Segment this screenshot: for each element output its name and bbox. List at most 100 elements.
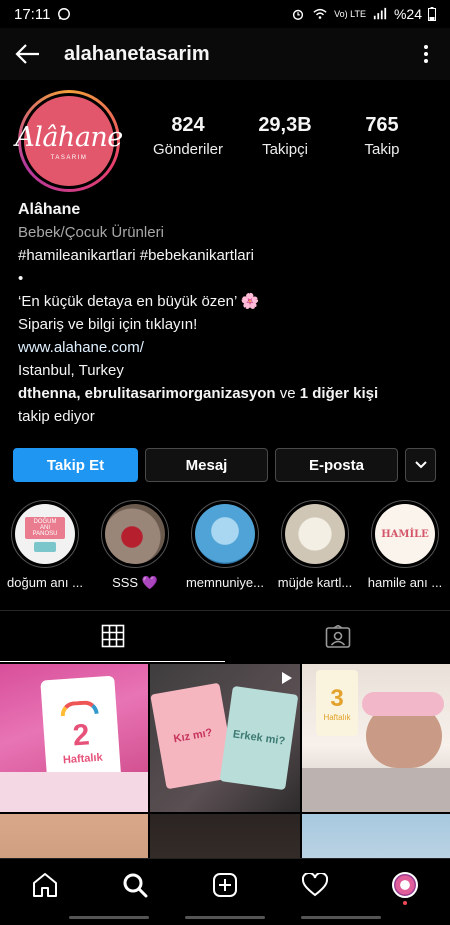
nav-profile[interactable] bbox=[385, 865, 425, 905]
bio-bullet: • bbox=[18, 270, 24, 287]
followed-by-and: ve bbox=[275, 385, 300, 402]
followed-by-names: dthenna, ebrulitasarimorganizasyon bbox=[18, 385, 276, 402]
highlight-item[interactable]: müjde kartl... bbox=[270, 500, 360, 600]
followed-by[interactable]: dthenna, ebrulitasarimorganizasyon ve 1 … bbox=[18, 382, 438, 405]
highlight-cover-text: DOĞUM ANI PANOSU bbox=[25, 516, 65, 539]
wifi-icon bbox=[313, 8, 327, 19]
alarm-icon bbox=[293, 9, 304, 20]
video-reel-icon bbox=[282, 672, 292, 684]
nav-search[interactable] bbox=[115, 865, 155, 905]
back-arrow-icon bbox=[15, 44, 39, 64]
highlight-item[interactable]: HAMİLE hamile anı ... bbox=[360, 500, 450, 600]
stat-label: Takipçi bbox=[262, 141, 308, 158]
status-time: 17:11 bbox=[14, 5, 51, 23]
bio-hashtags[interactable]: #hamileanikartlari #bebekanikartlari bbox=[18, 244, 438, 267]
highlight-cover: HAMİLE bbox=[375, 504, 435, 564]
email-button[interactable]: E-posta bbox=[275, 448, 398, 482]
follow-button[interactable]: Takip Et bbox=[13, 448, 138, 482]
avatar-logo-text: Alâhane bbox=[15, 121, 123, 153]
highlight-label: SSS 💜 bbox=[112, 575, 158, 590]
system-nav-home[interactable] bbox=[185, 916, 265, 919]
post-card-text: Haftalık bbox=[323, 712, 351, 722]
post-thumbnail[interactable] bbox=[0, 814, 148, 859]
nav-activity[interactable] bbox=[295, 865, 335, 905]
options-button[interactable] bbox=[416, 40, 436, 68]
highlight-label: müjde kartl... bbox=[277, 575, 353, 590]
nav-create[interactable] bbox=[205, 865, 245, 905]
profile-tabs bbox=[0, 610, 450, 662]
followed-by-suffix: takip ediyor bbox=[18, 408, 95, 425]
suggestions-dropdown-button[interactable] bbox=[405, 448, 436, 482]
post-thumbnail[interactable] bbox=[150, 814, 300, 859]
post-card-1: Kız mı? bbox=[172, 726, 214, 746]
posts-count[interactable]: 824 Gönderiler bbox=[140, 114, 236, 158]
followers-count[interactable]: 29,3B Takipçi bbox=[237, 114, 333, 158]
highlight-cover-text: HAMİLE bbox=[381, 528, 429, 540]
post-card-number: 2 bbox=[71, 718, 91, 753]
highlight-item[interactable]: memnuniye... bbox=[180, 500, 270, 600]
highlight-cover bbox=[105, 504, 165, 564]
highlight-cover bbox=[195, 504, 255, 564]
stat-label: Gönderiler bbox=[152, 141, 224, 158]
bottom-navigation bbox=[0, 858, 450, 910]
system-nav-recent[interactable] bbox=[69, 916, 149, 919]
battery-percent: %24 bbox=[393, 6, 422, 22]
stat-value: 824 bbox=[171, 114, 205, 136]
system-navigation-bar bbox=[0, 910, 450, 925]
nav-home[interactable] bbox=[25, 865, 65, 905]
back-button[interactable] bbox=[14, 40, 42, 68]
post-thumbnail[interactable] bbox=[302, 814, 450, 859]
bio-line-2: Sipariş ve bilgi için tıklayın! bbox=[18, 316, 198, 333]
post-thumbnail[interactable]: 2 Haftalık bbox=[0, 664, 148, 812]
following-count[interactable]: 765 Takip bbox=[334, 114, 430, 158]
notification-dot bbox=[403, 900, 407, 905]
tagged-user-icon bbox=[325, 624, 350, 648]
network-label: Vo) LTE bbox=[334, 8, 366, 19]
profile-stats: 824 Gönderiler 29,3B Takipçi 765 Takip bbox=[140, 114, 430, 158]
avatar-logo-sub: TASARIM bbox=[50, 154, 88, 161]
home-icon bbox=[33, 872, 57, 897]
stat-value: 765 bbox=[365, 114, 399, 136]
highlight-label: hamile anı ... bbox=[367, 575, 443, 590]
story-highlights: DOĞUM ANI PANOSU doğum anı ... SSS 💜 mem… bbox=[0, 500, 450, 600]
post-card-number: 3 bbox=[330, 684, 344, 712]
profile-bio: Alâhane Bebek/Çocuk Ürünleri #hamileanik… bbox=[18, 198, 438, 428]
posts-grid: 2 Haftalık Kız mı? Erkek mi? 3 Haftalık bbox=[0, 664, 450, 859]
bio-website-link[interactable]: www.alahane.com/ bbox=[18, 336, 438, 359]
signal-icon bbox=[373, 7, 387, 20]
profile-name: Alâhane bbox=[18, 201, 81, 218]
whatsapp-icon bbox=[58, 8, 71, 20]
tab-tagged[interactable] bbox=[225, 611, 450, 662]
tab-posts-grid[interactable] bbox=[0, 611, 225, 662]
more-vertical-icon bbox=[424, 45, 428, 63]
status-bar: 17:11 Vo) LTE %24 bbox=[0, 0, 450, 28]
followed-by-more: 1 diğer kişi bbox=[299, 385, 379, 402]
battery-icon bbox=[428, 7, 436, 21]
chevron-down-icon bbox=[414, 461, 427, 469]
message-button[interactable]: Mesaj bbox=[145, 448, 268, 482]
highlight-item[interactable]: SSS 💜 bbox=[90, 500, 180, 600]
highlight-label: doğum anı ... bbox=[7, 575, 83, 590]
profile-username: alahanetasarim bbox=[64, 42, 210, 65]
highlight-label: memnuniye... bbox=[185, 575, 265, 590]
heart-icon bbox=[302, 872, 328, 896]
profile-actions: Takip Et Mesaj E-posta bbox=[13, 448, 437, 482]
avatar-logo: Alâhane TASARIM bbox=[15, 96, 123, 186]
stat-label: Takip bbox=[364, 141, 400, 158]
add-post-icon bbox=[213, 872, 237, 897]
bio-location[interactable]: Istanbul, Turkey bbox=[18, 359, 438, 382]
profile-avatar-small bbox=[392, 871, 418, 898]
profile-avatar[interactable]: Alâhane TASARIM bbox=[15, 90, 123, 192]
profile-summary: Alâhane TASARIM 824 Gönderiler 29,3B Tak… bbox=[0, 88, 450, 196]
highlight-item[interactable]: DOĞUM ANI PANOSU doğum anı ... bbox=[0, 500, 90, 600]
system-nav-back[interactable] bbox=[301, 916, 381, 919]
post-thumbnail[interactable]: Kız mı? Erkek mi? bbox=[150, 664, 300, 812]
highlight-cover: DOĞUM ANI PANOSU bbox=[15, 504, 75, 564]
post-card-2: Erkek mi? bbox=[232, 728, 286, 748]
profile-category: Bebek/Çocuk Ürünleri bbox=[18, 224, 164, 241]
bio-line-1: ‘En küçük detaya en büyük özen’ 🌸 bbox=[18, 293, 260, 310]
post-thumbnail[interactable]: 3 Haftalık bbox=[302, 664, 450, 812]
post-card-text: Haftalık bbox=[62, 751, 104, 767]
grid-icon bbox=[101, 624, 124, 648]
stat-value: 29,3B bbox=[258, 114, 312, 136]
